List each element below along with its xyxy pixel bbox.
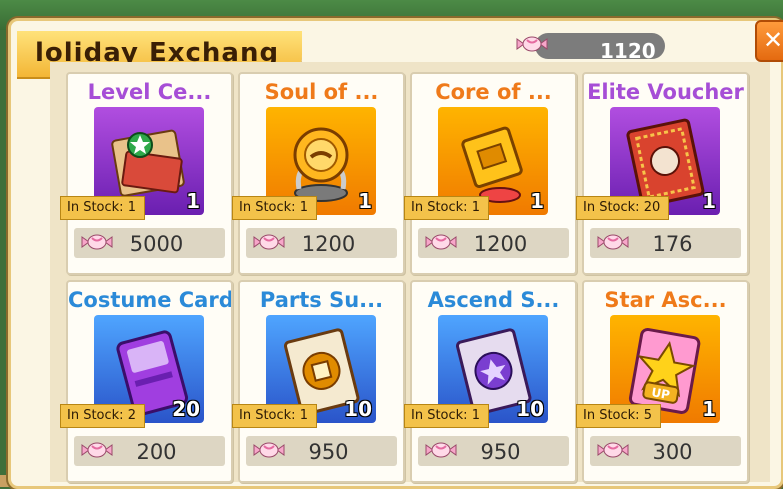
item-name: Star Asc... xyxy=(604,288,727,312)
item-name: Level Ce... xyxy=(87,80,212,104)
stock-badge: In Stock: 2 xyxy=(60,404,145,428)
shop-item-card[interactable]: Costume Card 20 In Stock: 2 200 xyxy=(60,280,233,483)
price-bar[interactable]: 950 xyxy=(246,436,397,466)
close-icon: ✕ xyxy=(763,26,783,54)
currency-display: 1120 xyxy=(515,30,665,63)
item-price: 1200 xyxy=(301,232,356,256)
shop-item-card[interactable]: Star Asc... UP 1 In Stock: 5 300 xyxy=(576,280,749,483)
stock-badge: In Stock: 1 xyxy=(232,404,317,428)
item-name: Soul of ... xyxy=(264,80,379,104)
price-bar[interactable]: 200 xyxy=(74,436,225,466)
currency-pill: 1120 xyxy=(535,33,665,63)
close-button[interactable]: ✕ xyxy=(755,20,783,62)
item-quantity: 1 xyxy=(530,189,544,213)
item-name: Costume Card xyxy=(68,288,231,312)
item-name: Parts Su... xyxy=(259,288,384,312)
shop-item-card[interactable]: Parts Su... 10 In Stock: 1 950 xyxy=(232,280,405,483)
price-bar[interactable]: 176 xyxy=(590,228,741,258)
item-quantity: 1 xyxy=(358,189,372,213)
item-quantity: 1 xyxy=(702,397,716,421)
item-price: 200 xyxy=(136,440,177,464)
item-quantity: 1 xyxy=(702,189,716,213)
stock-badge: In Stock: 1 xyxy=(232,196,317,220)
stock-badge: In Stock: 5 xyxy=(576,404,661,428)
item-quantity: 1 xyxy=(186,189,200,213)
item-price: 176 xyxy=(652,232,693,256)
shop-item-card[interactable]: Level Ce... 1 In Stock: 1 5000 xyxy=(60,72,233,275)
stock-badge: In Stock: 1 xyxy=(60,196,145,220)
item-price: 950 xyxy=(480,440,521,464)
shop-item-card[interactable]: Soul of ... 1 In Stock: 1 1200 xyxy=(232,72,405,275)
item-price: 300 xyxy=(652,440,693,464)
item-name: Core of ... xyxy=(435,80,552,104)
price-bar[interactable]: 950 xyxy=(418,436,569,466)
item-name: Elite Voucher xyxy=(587,80,744,104)
stock-badge: In Stock: 20 xyxy=(576,196,670,220)
price-bar[interactable]: 5000 xyxy=(74,228,225,258)
item-price: 1200 xyxy=(473,232,528,256)
stock-badge: In Stock: 1 xyxy=(404,196,489,220)
shop-item-card[interactable]: Core of ... 1 In Stock: 1 1200 xyxy=(404,72,577,275)
shop-item-card[interactable]: Elite Voucher 1 In Stock: 20 176 xyxy=(576,72,749,275)
price-bar[interactable]: 1200 xyxy=(418,228,569,258)
item-quantity: 20 xyxy=(172,397,200,421)
item-price: 950 xyxy=(308,440,349,464)
item-quantity: 10 xyxy=(344,397,372,421)
stock-badge: In Stock: 1 xyxy=(404,404,489,428)
price-bar[interactable]: 300 xyxy=(590,436,741,466)
shop-item-card[interactable]: Ascend S... 10 In Stock: 1 950 xyxy=(404,280,577,483)
currency-amount: 1120 xyxy=(600,39,656,63)
item-name: Ascend S... xyxy=(427,288,560,312)
item-quantity: 10 xyxy=(516,397,544,421)
candy-icon xyxy=(516,36,548,52)
item-price: 5000 xyxy=(129,232,184,256)
price-bar[interactable]: 1200 xyxy=(246,228,397,258)
